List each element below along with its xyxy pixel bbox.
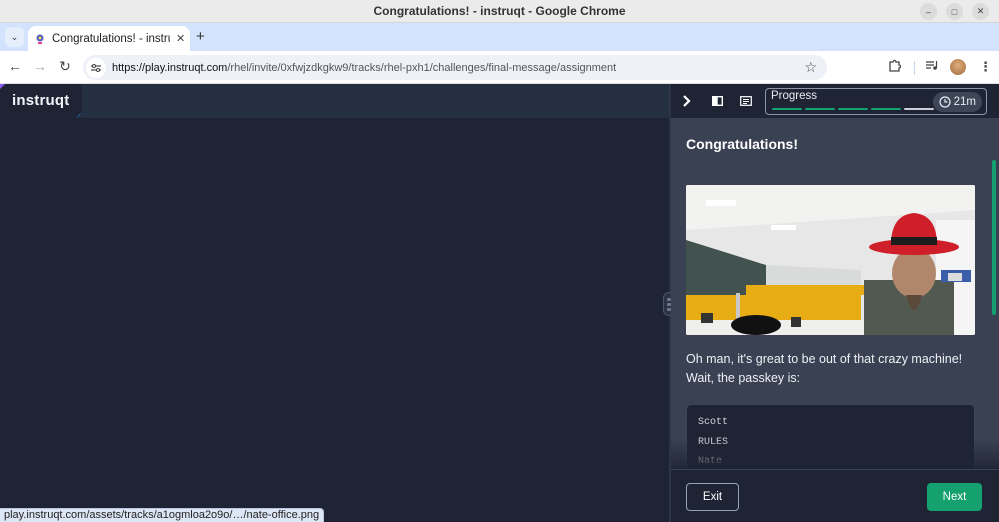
split-view-icon (711, 96, 723, 106)
tab-search-button[interactable]: ⌄ (5, 27, 24, 47)
assignment-heading: Congratulations! (686, 136, 798, 152)
minimize-button[interactable]: – (920, 3, 937, 20)
close-icon: ✕ (976, 6, 985, 16)
close-window-button[interactable]: ✕ (972, 3, 989, 20)
tab-close-icon[interactable]: ✕ (176, 32, 185, 45)
url-text: https://play.instruqt.com/rhel/invite/0x… (112, 62, 616, 74)
notes-button[interactable] (738, 93, 754, 109)
back-button[interactable]: ← (5, 58, 25, 74)
tune-icon (91, 63, 101, 72)
office-photo[interactable] (686, 185, 975, 335)
workspace-tabs-bar: instruqt (0, 84, 669, 118)
chevron-down-icon: ⌄ (10, 31, 19, 42)
layout-toggle-button[interactable] (709, 93, 725, 109)
address-bar[interactable]: https://play.instruqt.com/rhel/invite/0x… (83, 55, 827, 80)
progress-label: Progress (771, 90, 818, 102)
window-title: Congratulations! - instruqt - Google Chr… (373, 4, 626, 18)
logo-container: instruqt (0, 84, 82, 118)
workspace-pane: instruqt (0, 84, 669, 522)
chevron-right-icon (683, 95, 691, 107)
assignment-footer: Exit Next (671, 470, 999, 522)
progress-segment-complete (772, 108, 802, 110)
browser-toolbar: ← → ↻ https://play.instruqt.com/rhel/inv… (0, 51, 999, 84)
progress-segments (772, 108, 934, 110)
new-tab-button[interactable]: + (196, 28, 205, 45)
reload-button[interactable]: ↻ (55, 58, 75, 75)
forward-button[interactable]: → (30, 58, 50, 74)
collapse-panel-button[interactable] (679, 93, 695, 109)
assignment-content: Congratulations! Oh man, it's great to b… (671, 118, 999, 469)
maximize-icon: □ (951, 6, 958, 17)
code-line: Scott (698, 417, 729, 428)
assignment-paragraph: Oh man, it's great to be out of that cra… (686, 352, 963, 385)
content-fade (671, 439, 999, 469)
minimize-icon: – (925, 6, 931, 17)
url-path: /rhel/invite/0xfwjzdkgkw9/tracks/rhel-px… (227, 61, 617, 74)
progress-segment-pending (904, 108, 934, 110)
bookmark-star-icon[interactable]: ☆ (804, 59, 817, 76)
extensions-icon[interactable] (888, 59, 902, 75)
link-status-bubble: play.instruqt.com/assets/tracks/a1ogmloa… (0, 508, 325, 522)
arrow-right-icon: → (33, 58, 47, 74)
progress-segment-complete (838, 108, 868, 110)
exit-button[interactable]: Exit (686, 483, 739, 511)
toolbar-separator (914, 61, 915, 75)
instruqt-logo: instruqt (12, 92, 70, 109)
reload-icon: ↻ (59, 58, 71, 74)
notes-icon (740, 96, 752, 106)
arrow-left-icon: ← (8, 58, 22, 74)
window-titlebar: Congratulations! - instruqt - Google Chr… (0, 0, 999, 23)
more-menu-icon[interactable]: ⋮ (979, 59, 992, 75)
clock-icon (939, 96, 951, 108)
profile-avatar[interactable] (950, 59, 966, 75)
tab-strip: ⌄ Congratulations! - instruqt ✕ + (0, 23, 999, 51)
timer-value: 21m (953, 96, 976, 108)
content-scrollbar[interactable] (992, 160, 996, 315)
maximize-button[interactable]: □ (946, 3, 963, 20)
progress-indicator: Progress 21m (765, 88, 987, 115)
instruqt-favicon-icon (34, 33, 46, 45)
assignment-panel: Progress 21m Congratulations! Oh man, it… (671, 84, 999, 522)
timer-badge: 21m (932, 92, 982, 112)
progress-segment-complete (871, 108, 901, 110)
progress-segment-complete (805, 108, 835, 110)
next-button[interactable]: Next (927, 483, 982, 511)
site-info-button[interactable] (86, 57, 106, 78)
assignment-header: Progress 21m (671, 84, 999, 118)
browser-tab-active[interactable]: Congratulations! - instruqt ✕ (28, 26, 190, 51)
tab-title: Congratulations! - instruqt (52, 32, 170, 45)
media-control-icon[interactable] (925, 59, 939, 74)
url-host: https://play.instruqt.com (112, 61, 228, 74)
